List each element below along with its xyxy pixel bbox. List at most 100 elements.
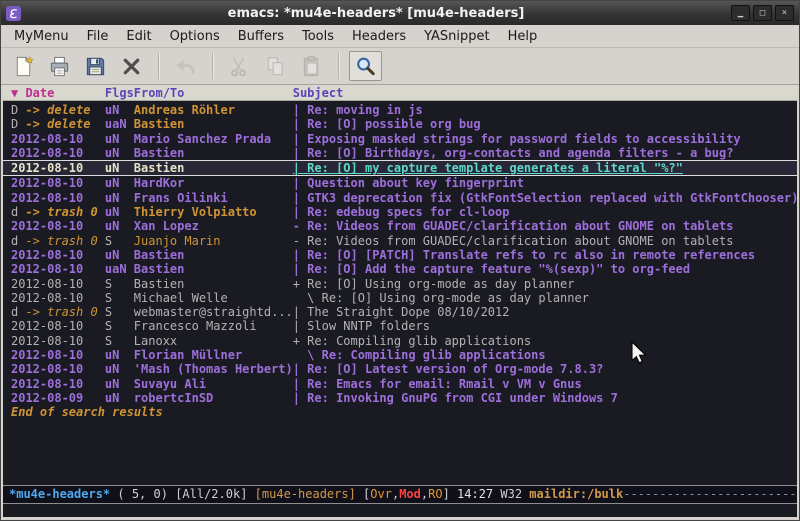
emacs-window: emacs: *mu4e-headers* [mu4e-headers] ▁□×… xyxy=(0,0,800,521)
message-date: 2012-08-10 xyxy=(11,277,105,291)
message-row[interactable]: 2012-08-09uNrobertcInSD| Re: Invoking Gn… xyxy=(3,391,797,405)
message-subject: | Re: moving in js xyxy=(293,103,423,117)
message-row[interactable]: 2012-08-10uNBastien| Re: [O] Birthdays, … xyxy=(3,146,797,160)
message-subject: | Slow NNTP folders xyxy=(293,319,430,333)
menu-yasnippet[interactable]: YASnippet xyxy=(415,27,499,46)
message-date: d -> trash 0 xyxy=(11,305,105,319)
message-date: 2012-08-10 xyxy=(11,262,105,276)
menu-headers[interactable]: Headers xyxy=(343,27,415,46)
message-date: d -> trash 0 xyxy=(11,205,105,219)
message-row[interactable]: 2012-08-10uNBastien| Re: [O] my capture … xyxy=(3,160,797,176)
column-header-date[interactable]: ▼ Date xyxy=(11,85,105,101)
message-subject: | Re: Emacs for email: Rmail v VM v Gnus xyxy=(293,377,582,391)
column-header-subject[interactable]: Subject xyxy=(293,85,344,101)
message-row[interactable]: 2012-08-10SFrancesco Mazzoli| Slow NNTP … xyxy=(3,319,797,333)
undo-icon xyxy=(169,51,202,81)
message-subject: | The Straight Dope 08/10/2012 xyxy=(293,305,510,319)
message-flags: S xyxy=(105,234,134,248)
message-date: 2012-08-10 xyxy=(11,362,105,376)
search-icon[interactable] xyxy=(349,51,382,81)
message-date: 2012-08-10 xyxy=(11,334,105,348)
message-date: 2012-08-10 xyxy=(11,319,105,333)
headers-buffer[interactable]: D -> deleteuNAndreas Röhler| Re: moving … xyxy=(3,101,797,485)
message-flags: S xyxy=(105,319,134,333)
message-from: Suvayu Ali xyxy=(134,377,293,391)
message-flags: uN xyxy=(105,176,134,190)
message-row[interactable]: 2012-08-10uNFrans Oilinki| GTK3 deprecat… xyxy=(3,191,797,205)
minimize-button[interactable]: ▁ xyxy=(731,5,750,21)
message-flags: uN xyxy=(105,219,134,233)
message-row[interactable]: 2012-08-10uN'Mash (Thomas Herbert)| Re: … xyxy=(3,362,797,376)
message-flags: S xyxy=(105,334,134,348)
message-from: HardKor xyxy=(134,176,293,190)
maximize-button[interactable]: □ xyxy=(753,5,772,21)
modeline-plain: ( 5, 0) xyxy=(110,487,175,501)
message-row[interactable]: 2012-08-10uNMario Sanchez Prada| Exposin… xyxy=(3,132,797,146)
message-from: Francesco Mazzoli xyxy=(134,319,293,333)
message-from: Thierry Volpiatto xyxy=(134,205,293,219)
message-flags: S xyxy=(105,277,134,291)
modeline-plain: W32 xyxy=(500,487,529,501)
menu-file[interactable]: File xyxy=(78,27,118,46)
menu-help[interactable]: Help xyxy=(499,27,547,46)
message-row[interactable]: d -> trash 0uNThierry Volpiatto| Re: ede… xyxy=(3,205,797,219)
column-header-flags[interactable]: Flgs xyxy=(105,85,134,101)
message-from: Bastien xyxy=(134,262,293,276)
message-row[interactable]: D -> deleteuaNBastien| Re: [O] possible … xyxy=(3,117,797,131)
message-row[interactable]: 2012-08-10SLanoxx+ Re: Compiling glib ap… xyxy=(3,334,797,348)
message-from: webmaster@straightd... xyxy=(134,305,293,319)
message-date: 2012-08-10 xyxy=(11,348,105,362)
message-subject: | Question about key fingerprint xyxy=(293,176,524,190)
menu-buffers[interactable]: Buffers xyxy=(229,27,293,46)
message-from: Bastien xyxy=(134,248,293,262)
toolbar-separator xyxy=(338,53,339,79)
message-subject: | Re: edebug specs for cl-loop xyxy=(293,205,510,219)
modeline-mode: [mu4e-headers] xyxy=(255,487,363,501)
column-header-from[interactable]: From/To xyxy=(134,85,293,101)
message-row[interactable]: 2012-08-10uNHardKor| Question about key … xyxy=(3,176,797,190)
menu-edit[interactable]: Edit xyxy=(117,27,160,46)
menu-tools[interactable]: Tools xyxy=(293,27,343,46)
title-bar[interactable]: emacs: *mu4e-headers* [mu4e-headers] ▁□× xyxy=(1,1,799,25)
message-from: robertcInSD xyxy=(134,391,293,405)
toolbar xyxy=(1,48,799,85)
message-subject: \ Re: [O] Using org-mode as day planner xyxy=(293,291,589,305)
message-from: Bastien xyxy=(134,161,293,175)
message-date: 2012-08-10 xyxy=(11,191,105,205)
message-row[interactable]: D -> deleteuNAndreas Röhler| Re: moving … xyxy=(3,103,797,117)
message-from: Xan Lopez xyxy=(134,219,293,233)
close-buffer-icon[interactable] xyxy=(115,51,148,81)
message-flags: uN xyxy=(105,248,134,262)
menu-mymenu[interactable]: MyMenu xyxy=(5,27,78,46)
message-flags: uN xyxy=(105,391,134,405)
print-icon[interactable] xyxy=(43,51,76,81)
modeline-buf: *mu4e-headers* xyxy=(9,487,110,501)
message-row[interactable]: d -> trash 0SJuanjo Marin- Re: Videos fr… xyxy=(3,234,797,248)
message-date: D -> delete xyxy=(11,103,105,117)
cut-icon xyxy=(223,51,256,81)
save-icon[interactable] xyxy=(79,51,112,81)
message-row[interactable]: 2012-08-10SBastien+ Re: [O] Using org-mo… xyxy=(3,277,797,291)
message-row[interactable]: 2012-08-10SMichael Welle \ Re: [O] Using… xyxy=(3,291,797,305)
message-row[interactable]: 2012-08-10uNXan Lopez- Re: Videos from G… xyxy=(3,219,797,233)
modeline-plain: [All/2.0k] xyxy=(175,487,254,501)
menu-options[interactable]: Options xyxy=(161,27,229,46)
message-row[interactable]: 2012-08-10uNBastien| Re: [O] [PATCH] Tra… xyxy=(3,248,797,262)
modeline-dashes: ----------------------------------------… xyxy=(623,487,797,501)
message-row[interactable]: 2012-08-10uaNBastien| Re: [O] Add the ca… xyxy=(3,262,797,276)
message-row[interactable]: 2012-08-10uNFlorian Müllner \ Re: Compil… xyxy=(3,348,797,362)
modeline-folder: maildir:/bulk xyxy=(529,487,623,501)
new-file-icon[interactable] xyxy=(7,51,40,81)
close-button[interactable]: × xyxy=(775,5,794,21)
menu-bar: MyMenuFileEditOptionsBuffersToolsHeaders… xyxy=(1,25,799,48)
message-from: Bastien xyxy=(134,146,293,160)
message-flags: uN xyxy=(105,161,134,175)
message-subject: | Re: Invoking GnuPG from CGI under Wind… xyxy=(293,391,618,405)
message-date: 2012-08-10 xyxy=(11,377,105,391)
message-row[interactable]: d -> trash 0Swebmaster@straightd...| The… xyxy=(3,305,797,319)
message-row[interactable]: 2012-08-10uNSuvayu Ali| Re: Emacs for em… xyxy=(3,377,797,391)
message-from: Frans Oilinki xyxy=(134,191,293,205)
emacs-frame: ▼ DateFlgsFrom/ToSubject D -> deleteuNAn… xyxy=(3,85,797,517)
message-flags: uaN xyxy=(105,262,134,276)
message-subject: | Re: [O] [PATCH] Translate refs to rc a… xyxy=(293,248,755,262)
